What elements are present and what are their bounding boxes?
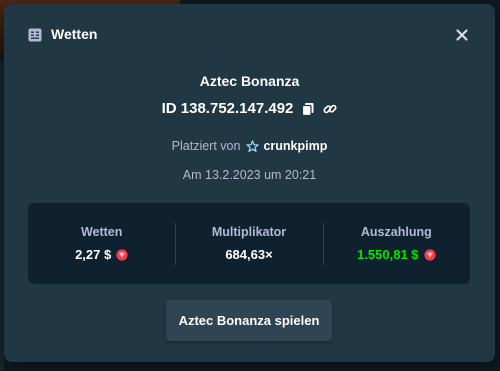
- payout-value: 1.550,81 $: [357, 247, 419, 262]
- vip-star-icon: [246, 139, 260, 152]
- stat-value: 2,27 $: [75, 247, 128, 262]
- stat-label: Auszahlung: [360, 225, 432, 239]
- close-icon[interactable]: [453, 26, 471, 44]
- game-name: Aztec Bonanza: [199, 73, 300, 89]
- stat-payout: Auszahlung 1.550,81 $: [322, 203, 470, 284]
- bet-id-row: ID 138.752.147.492: [4, 100, 495, 117]
- stat-label: Multiplikator: [211, 225, 287, 239]
- placed-by-label: Platziert von: [171, 139, 241, 153]
- multiplier-value: 684,63×: [225, 247, 273, 262]
- bet-id: ID 138.752.147.492: [161, 100, 294, 117]
- stat-label: Wetten: [80, 225, 123, 239]
- bet-slip-icon: [28, 28, 42, 42]
- placed-by-row: Platziert von crunkpimp: [4, 139, 495, 153]
- stat-multiplier: Multiplikator 684,63×: [175, 203, 322, 284]
- modal-header: Wetten: [4, 4, 495, 66]
- stat-value: 684,63×: [225, 247, 272, 262]
- play-game-button[interactable]: Aztec Bonanza spielen: [166, 300, 332, 341]
- stat-value: 1.550,81 $: [357, 247, 436, 262]
- coin-icon: [423, 248, 436, 261]
- bet-amount-value: 2,27 $: [75, 247, 112, 262]
- stat-bet-amount: Wetten 2,27 $: [28, 203, 175, 284]
- link-icon[interactable]: [323, 102, 337, 116]
- bet-date: Am 13.2.2023 um 20:21: [182, 168, 317, 182]
- bet-stats-panel: Wetten 2,27 $ Multiplikator 684,63× Ausz…: [28, 203, 470, 284]
- username-link[interactable]: crunkpimp: [263, 139, 327, 153]
- copy-icon[interactable]: [301, 102, 315, 116]
- bet-details-modal: Wetten Aztec Bonanza ID 138.752.147.492 …: [4, 4, 495, 362]
- modal-title: Wetten: [51, 26, 98, 42]
- coin-icon: [116, 248, 128, 261]
